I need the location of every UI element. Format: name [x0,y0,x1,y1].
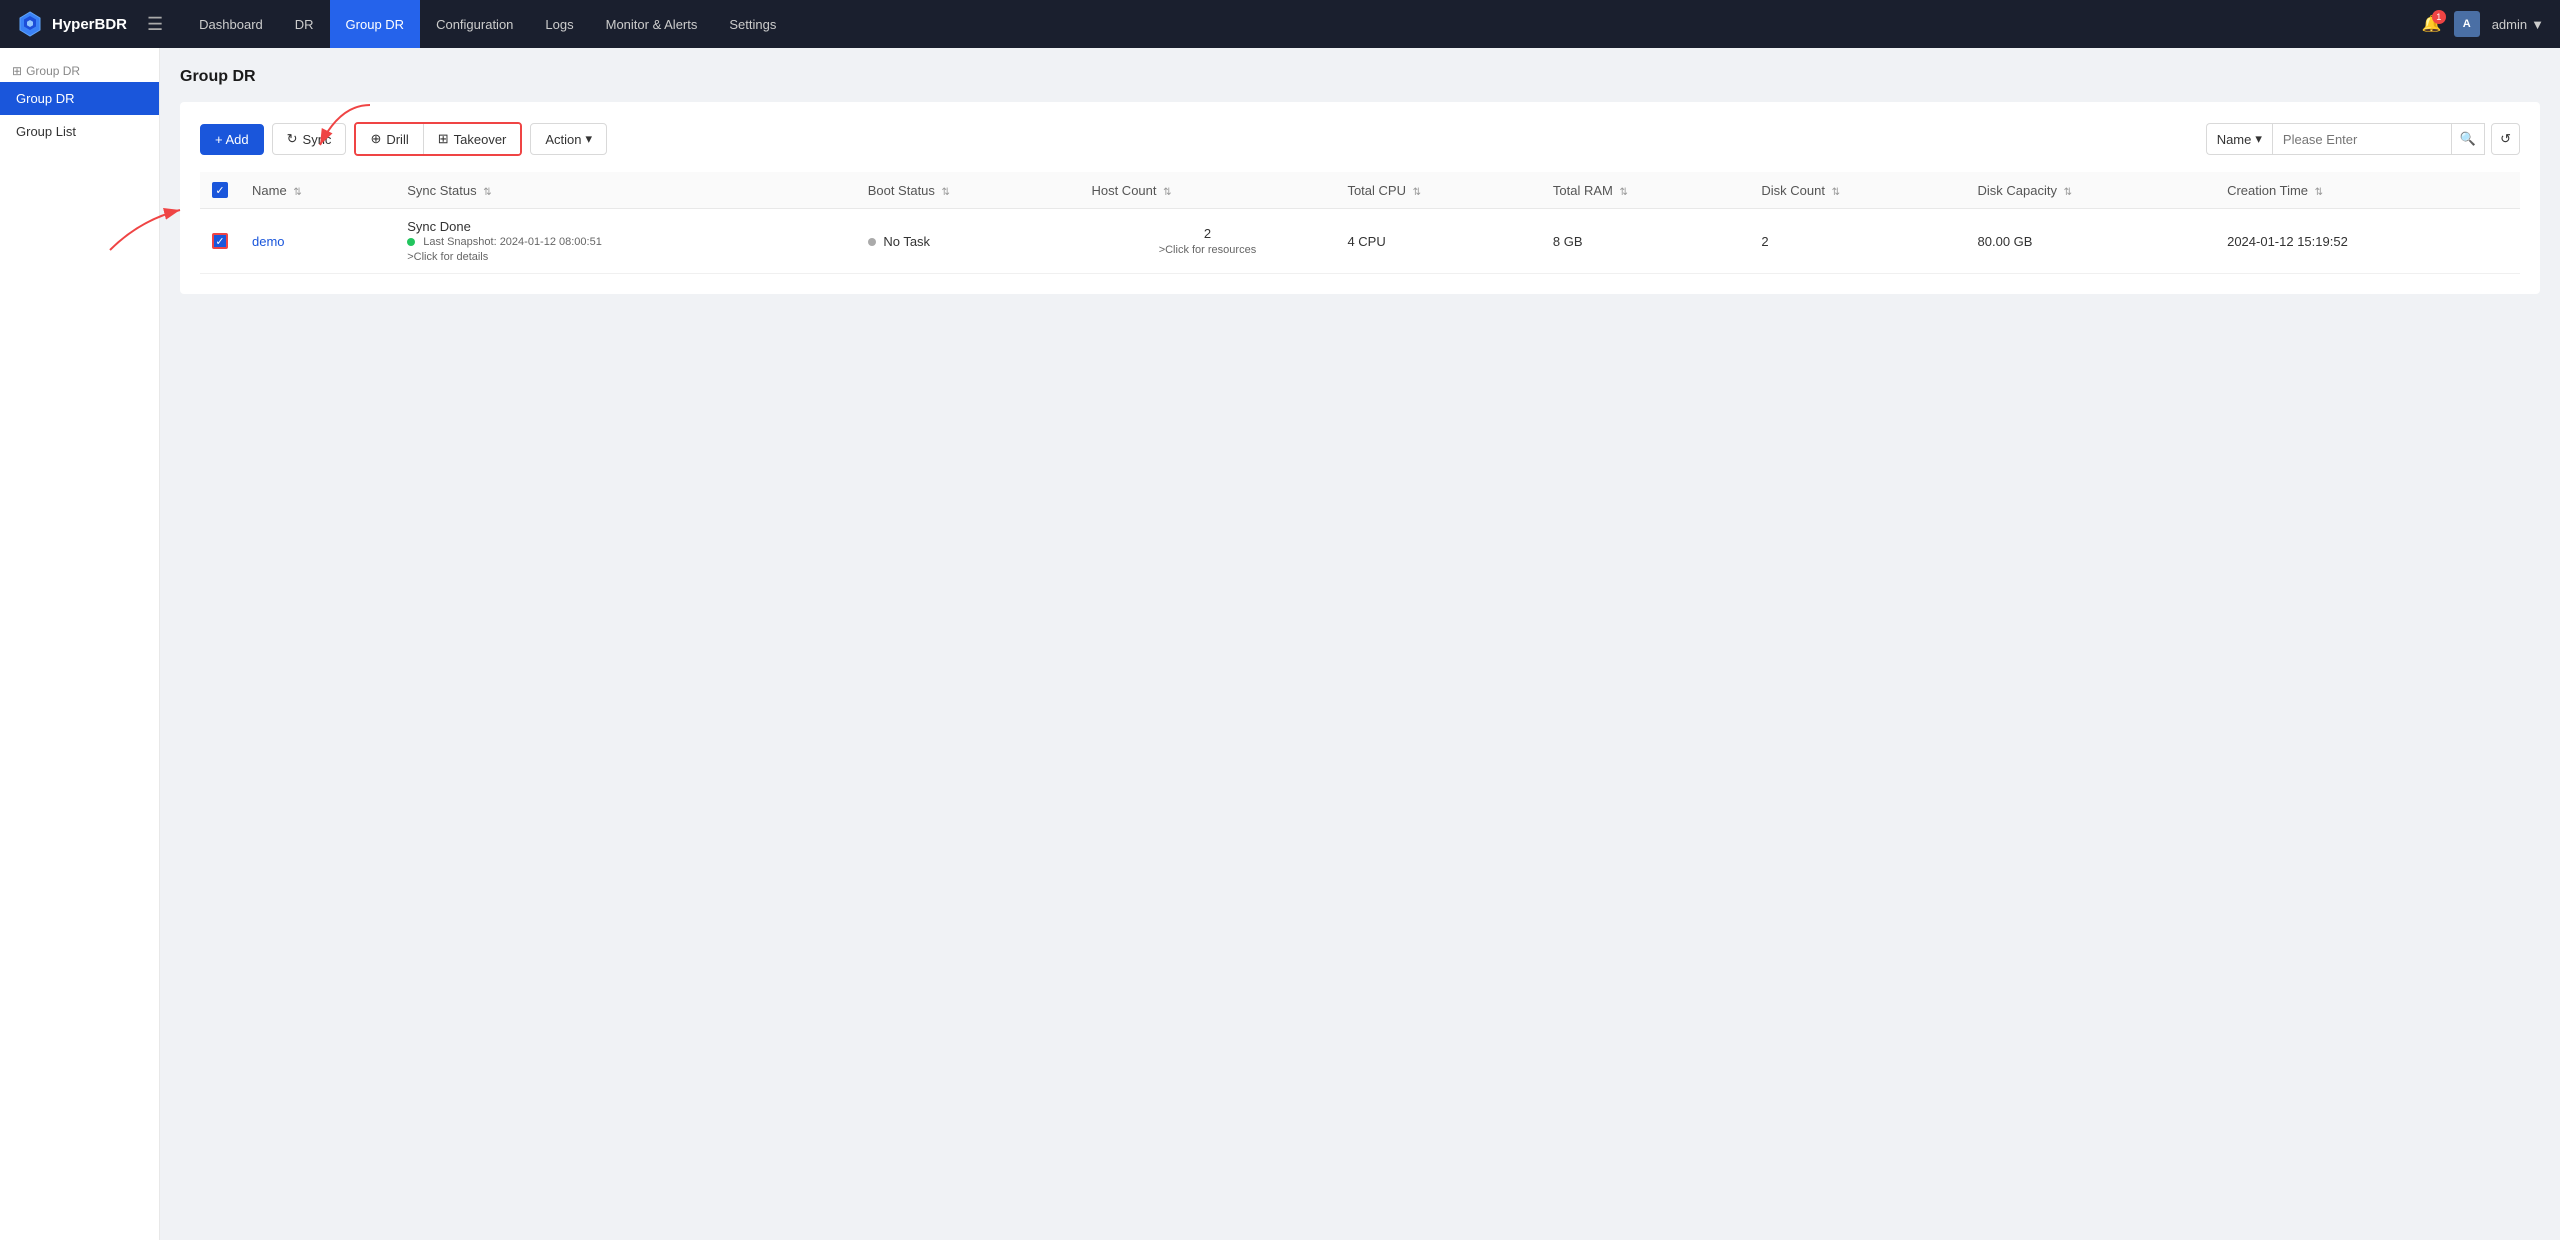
nav-item-logs[interactable]: Logs [529,0,589,48]
nav-item-group-dr[interactable]: Group DR [330,0,421,48]
sync-dot-icon [407,238,415,246]
search-field-select[interactable]: Name ▾ [2206,123,2272,155]
app-name: HyperBDR [52,16,127,33]
sync-last-snapshot: Last Snapshot: 2024-01-12 08:00:51 [407,236,843,248]
nav-item-dr[interactable]: DR [279,0,330,48]
sort-creation-icon[interactable]: ⇅ [2315,187,2323,198]
cell-host-count: 2 >Click for resources [1079,209,1335,274]
takeover-button[interactable]: ⊞ Takeover [423,124,521,154]
col-total-cpu: Total CPU ⇅ [1335,172,1540,209]
drill-button[interactable]: ⊕ Drill [356,124,422,154]
page-title: Group DR [180,68,2540,86]
sidebar-item-group-dr[interactable]: Group DR [0,82,159,115]
nav-item-dashboard[interactable]: Dashboard [183,0,279,48]
col-disk-count: Disk Count ⇅ [1749,172,1965,209]
sidebar-section-label: ⊞ Group DR [0,56,159,82]
sidebar: ⊞ Group DR Group DR Group List [0,48,160,1240]
col-boot-status: Boot Status ⇅ [856,172,1080,209]
select-all-header[interactable] [200,172,240,209]
sidebar-item-group-list[interactable]: Group List [0,115,159,148]
col-disk-capacity: Disk Capacity ⇅ [1966,172,2216,209]
main-content: Group DR + Add ↻ Sync ⊕ Drill ⊞ Ta [160,48,2560,1240]
search-select-chevron-icon: ▾ [2255,131,2262,147]
takeover-icon: ⊞ [438,131,449,147]
add-button[interactable]: + Add [200,124,264,155]
top-right-actions: 🔔 1 A admin ▼ [2422,11,2544,37]
sort-host-icon[interactable]: ⇅ [1163,187,1171,198]
drill-icon: ⊕ [370,131,381,147]
select-all-checkbox[interactable] [212,182,228,198]
col-name: Name ⇅ [240,172,395,209]
top-navigation: HyperBDR ☰ Dashboard DR Group DR Configu… [0,0,2560,48]
notification-badge: 1 [2432,10,2446,24]
sort-cpu-icon[interactable]: ⇅ [1413,187,1421,198]
col-total-ram: Total RAM ⇅ [1541,172,1750,209]
cell-disk-count: 2 [1749,209,1965,274]
row-checkbox[interactable] [212,233,228,249]
cell-creation-time: 2024-01-12 15:19:52 [2215,209,2520,274]
sort-disk-count-icon[interactable]: ⇅ [1832,187,1840,198]
sort-disk-cap-icon[interactable]: ⇅ [2064,187,2072,198]
search-area: Name ▾ 🔍 ↺ [2206,123,2520,155]
drill-takeover-group: ⊕ Drill ⊞ Takeover [354,122,522,156]
sync-button[interactable]: ↻ Sync [272,123,347,155]
col-host-count: Host Count ⇅ [1079,172,1335,209]
action-button[interactable]: Action ▾ [530,123,607,155]
row-checkbox-cell[interactable] [200,209,240,274]
search-input[interactable] [2272,123,2452,155]
sync-status-label: Sync Done [407,219,843,234]
cell-sync-status: Sync Done Last Snapshot: 2024-01-12 08:0… [395,209,855,274]
grid-icon: ⊞ [12,64,22,78]
content-card: + Add ↻ Sync ⊕ Drill ⊞ Takeover [180,102,2540,294]
cell-disk-capacity: 80.00 GB [1966,209,2216,274]
chevron-down-icon: ▼ [2531,17,2544,32]
demo-link[interactable]: demo [252,234,285,249]
action-chevron-icon: ▾ [586,131,593,147]
nav-item-settings[interactable]: Settings [713,0,792,48]
cell-total-cpu: 4 CPU [1335,209,1540,274]
sync-icon: ↻ [287,131,298,147]
nav-items: Dashboard DR Group DR Configuration Logs… [183,0,2422,48]
cell-boot-status: No Task [856,209,1080,274]
col-creation-time: Creation Time ⇅ [2215,172,2520,209]
refresh-button[interactable]: ↺ [2491,123,2520,155]
hamburger-icon[interactable]: ☰ [143,10,167,39]
user-menu[interactable]: admin ▼ [2492,17,2544,32]
sync-details-link[interactable]: >Click for details [407,251,488,263]
table-row: demo Sync Done Last Snapshot: 2024-01-12… [200,209,2520,274]
search-submit-button[interactable]: 🔍 [2452,123,2485,155]
boot-dot-icon [868,238,876,246]
host-resources-link[interactable]: >Click for resources [1159,244,1257,256]
nav-item-configuration[interactable]: Configuration [420,0,529,48]
group-dr-table: Name ⇅ Sync Status ⇅ Boot Status ⇅ Hos [200,172,2520,274]
cell-total-ram: 8 GB [1541,209,1750,274]
sort-boot-icon[interactable]: ⇅ [942,187,950,198]
sort-ram-icon[interactable]: ⇅ [1620,187,1628,198]
sort-sync-icon[interactable]: ⇅ [483,187,491,198]
app-logo[interactable]: HyperBDR [16,10,127,38]
cell-name: demo [240,209,395,274]
col-sync-status: Sync Status ⇅ [395,172,855,209]
avatar: A [2454,11,2480,37]
sort-name-icon[interactable]: ⇅ [293,187,301,198]
notification-bell-icon[interactable]: 🔔 1 [2422,14,2442,34]
toolbar: + Add ↻ Sync ⊕ Drill ⊞ Takeover [200,122,2520,156]
nav-item-monitor-alerts[interactable]: Monitor & Alerts [590,0,714,48]
user-name: admin [2492,17,2527,32]
